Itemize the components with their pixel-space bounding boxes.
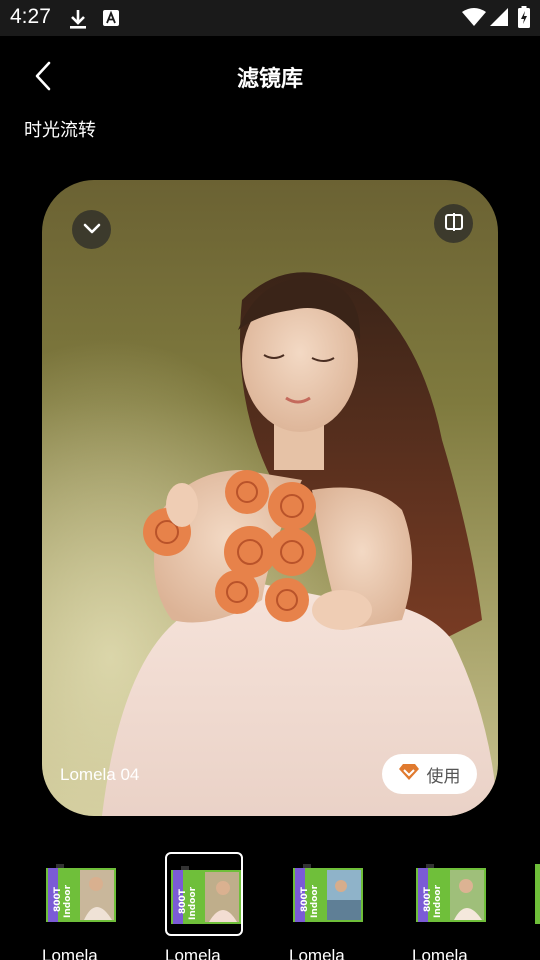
filter-preview-card: Lomela 04 使用 [42,180,498,816]
filter-thumbnail: 800T Indoor [42,852,120,936]
filter-thumbnail: 800T Indoor [289,852,367,936]
split-compare-icon [444,212,464,236]
svg-text:Indoor: Indoor [310,884,320,918]
svg-text:Indoor: Indoor [188,886,198,920]
section-label: 时光流转 [24,120,96,141]
filter-item-label: Lomela [289,946,345,960]
film-roll-image: 800T Indoor [46,864,116,922]
filter-item[interactable]: 800T Indoor Lomela [289,852,369,960]
svg-text:800T: 800T [300,886,310,912]
section-label-clip: 时光流转 [24,114,224,144]
status-time: 4:27 [10,5,51,28]
svg-text:Indoor: Indoor [433,884,443,918]
status-bar: 4:27 [0,0,540,36]
use-label: 使用 [426,766,461,787]
filter-name: Lomela 04 [60,765,140,784]
film-roll-image: 800T Indoor [171,866,241,924]
page-title: 滤镜库 [236,67,303,92]
film-roll-image: 800T Indoor [416,864,486,922]
battery-charging-icon [518,6,530,32]
svg-text:800T: 800T [178,888,188,914]
filter-item[interactable]: 800T Indoor Lomela [42,852,122,960]
svg-text:800T: 800T [53,886,63,912]
filter-item-selected[interactable]: 800T Indoor Lomela [165,852,245,960]
signal-icon [490,8,508,30]
filter-item[interactable]: 800T Indoor Lomela [412,852,492,960]
wifi-icon [462,8,486,30]
filter-strip: 800T Indoor Lomela 800T Indoor Lomela 80… [0,852,540,960]
download-icon [68,8,88,34]
diamond-vip-icon [398,763,419,785]
font-a-icon [103,10,119,30]
svg-text:Indoor: Indoor [63,884,73,918]
film-roll-image: 800T Indoor [293,864,363,922]
filter-item-label: Lomela [42,946,98,960]
filter-thumbnail: 800T Indoor [165,852,243,936]
compare-button[interactable] [434,204,473,243]
filter-thumbnail: 800T Indoor [412,852,490,936]
filter-thumbnail [535,864,540,924]
chevron-down-icon [83,220,101,239]
filter-item-label: Lomela [165,946,221,960]
preview-photo [42,180,498,816]
svg-text:800T: 800T [423,886,433,912]
filter-item-label: Lomela [412,946,468,960]
use-button[interactable]: 使用 [382,754,477,794]
filter-item-partial[interactable] [535,852,540,960]
collapse-button[interactable] [72,210,111,249]
